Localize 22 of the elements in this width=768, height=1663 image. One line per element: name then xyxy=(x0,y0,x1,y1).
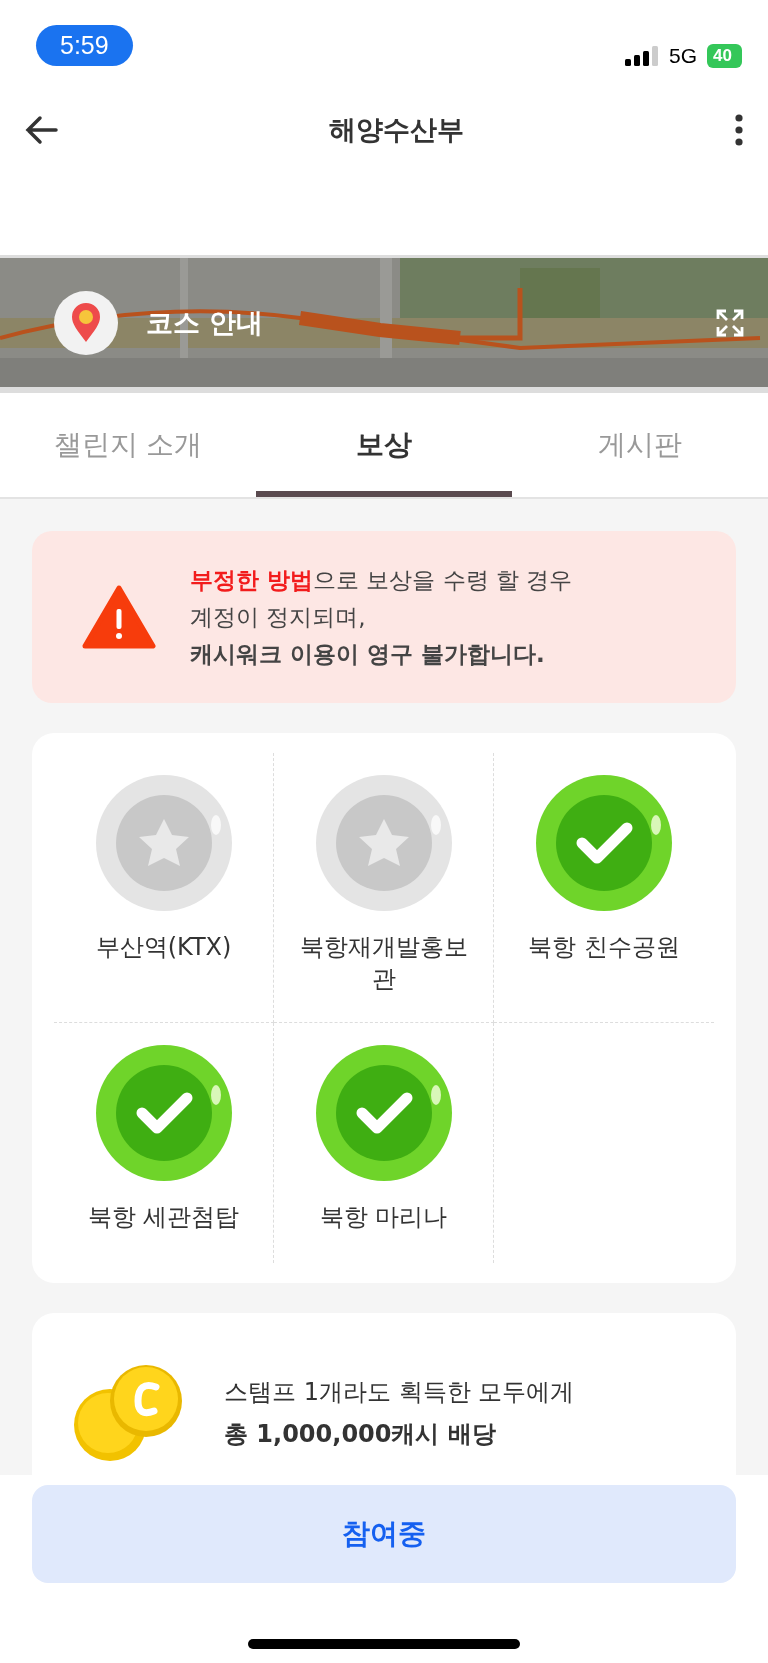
battery-indicator: 40 xyxy=(707,44,742,68)
stamp-name: 북항 친수공원 xyxy=(528,932,680,963)
stamp-name: 북항재개발홍보관 xyxy=(298,932,469,996)
signal-icon xyxy=(625,46,660,66)
page-title: 해양수산부 xyxy=(328,113,464,147)
location-pin-icon xyxy=(71,302,101,343)
reward-description: 스탬프 1개라도 획득한 모두에게 xyxy=(224,1377,575,1408)
stamp-name: 북항 세관첨탑 xyxy=(87,1202,240,1233)
stamp-name: 부산역(KTX) xyxy=(95,932,232,963)
map-label: 코스 안내 xyxy=(146,305,265,340)
warning-text: 부정한 방법으로 보상을 수령 할 경우 xyxy=(190,565,573,595)
warning-text: 캐시워크 이용이 영구 불가합니다. xyxy=(190,639,546,669)
status-time: 5:59 xyxy=(36,24,133,66)
stamp-name: 북항 마리나 xyxy=(319,1202,448,1233)
reward-amount: 총 1,000,000캐시 배당 xyxy=(224,1419,497,1450)
more-menu-icon[interactable] xyxy=(734,114,744,146)
expand-icon[interactable] xyxy=(716,308,744,337)
warning-text: 계정이 정지되며, xyxy=(190,602,367,632)
warning-icon xyxy=(82,585,156,649)
participating-button[interactable]: 참여중 xyxy=(32,1485,736,1583)
back-arrow-icon[interactable] xyxy=(24,115,58,145)
network-label: 5G xyxy=(669,44,698,68)
